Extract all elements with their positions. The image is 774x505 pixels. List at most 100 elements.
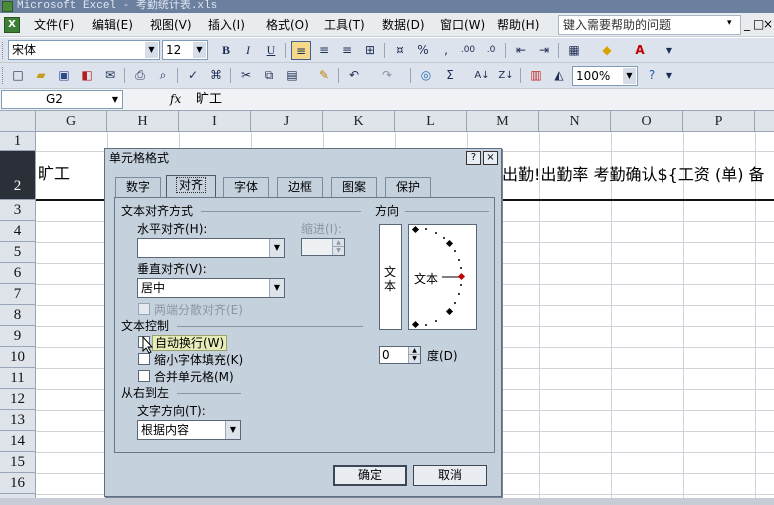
row-header-13[interactable]: 13 xyxy=(0,410,35,431)
column-header-n[interactable]: N xyxy=(539,111,611,132)
tab-protection[interactable]: 保护 xyxy=(385,177,431,197)
print-icon[interactable]: ⎙ xyxy=(130,66,150,85)
column-header-l[interactable]: L xyxy=(395,111,467,132)
insert-function-icon[interactable]: fx xyxy=(170,92,181,106)
menu-edit[interactable]: 编辑(E) xyxy=(92,17,133,33)
name-box[interactable]: G2 ▼ xyxy=(1,90,123,109)
align-left-icon[interactable]: ≡ xyxy=(291,41,311,60)
help-dropdown-arrow[interactable]: ▾ xyxy=(727,18,732,28)
degrees-spinner[interactable]: 0 ▲ ▼ xyxy=(379,346,421,364)
menu-insert[interactable]: 插入(I) xyxy=(208,17,245,33)
align-center-icon[interactable]: ≡ xyxy=(314,41,334,60)
paste-icon[interactable]: ▤ xyxy=(282,66,302,85)
hyperlink-icon[interactable]: ◎ xyxy=(416,66,436,85)
toolbar-options-icon[interactable]: ▼ xyxy=(662,41,676,60)
column-header-i[interactable]: I xyxy=(179,111,251,132)
italic-button[interactable]: I xyxy=(238,41,258,60)
horizontal-align-select[interactable]: ▼ xyxy=(137,238,285,258)
chevron-down-icon[interactable]: ▼ xyxy=(112,91,118,108)
row-header-12[interactable]: 12 xyxy=(0,389,35,410)
sort-descending-icon[interactable]: Z↓ xyxy=(496,66,516,85)
cut-icon[interactable]: ✂ xyxy=(236,66,256,85)
chart-wizard-icon[interactable]: ▥ xyxy=(526,66,546,85)
shrink-to-fit-checkbox[interactable] xyxy=(138,353,150,365)
wrap-text-label[interactable]: 自动换行(W) xyxy=(152,335,228,351)
column-header-k[interactable]: K xyxy=(323,111,395,132)
spin-up-icon[interactable]: ▲ xyxy=(408,347,420,355)
row2-header-cells[interactable]: 出勤!出勤率 考勤确认${工资 (单) 备 xyxy=(502,165,765,185)
font-size-combo[interactable]: 12 ▼ xyxy=(162,40,208,60)
underline-button[interactable]: U xyxy=(261,41,281,60)
email-icon[interactable]: ✉ xyxy=(100,66,120,85)
help-button[interactable]: ? xyxy=(466,151,481,165)
tab-border[interactable]: 边框 xyxy=(277,177,323,197)
format-painter-icon[interactable]: ✎ xyxy=(314,66,334,85)
select-all-corner[interactable] xyxy=(0,111,36,132)
sheet-tabs-bar[interactable] xyxy=(0,498,774,505)
menu-view[interactable]: 视图(V) xyxy=(150,17,192,33)
menu-format[interactable]: 格式(O) xyxy=(266,17,309,33)
borders-icon[interactable]: ▦ xyxy=(564,41,584,60)
open-icon[interactable]: ▰ xyxy=(31,66,51,85)
text-direction-select[interactable]: 根据内容 ▼ xyxy=(137,420,241,440)
drawing-icon[interactable]: ◭ xyxy=(549,66,569,85)
excel-doc-icon[interactable]: X xyxy=(4,17,20,33)
copy-icon[interactable]: ⧉ xyxy=(259,66,279,85)
help-icon[interactable]: ? xyxy=(642,66,662,85)
row-header-9[interactable]: 9 xyxy=(0,326,35,347)
bold-button[interactable]: B xyxy=(216,41,236,60)
decrease-decimal-icon[interactable]: .0 xyxy=(481,41,501,60)
vertical-text-toggle[interactable]: 文本 xyxy=(379,224,402,330)
research-icon[interactable]: ⌘ xyxy=(206,66,226,85)
font-name-combo[interactable]: 宋体 ▼ xyxy=(8,40,160,60)
row-header-3[interactable]: 3 xyxy=(0,200,35,221)
currency-icon[interactable]: ¤ xyxy=(390,41,410,60)
menu-window[interactable]: 窗口(W) xyxy=(440,17,485,33)
chevron-down-icon[interactable]: ▼ xyxy=(269,279,284,297)
save-icon[interactable]: ▣ xyxy=(54,66,74,85)
tab-number[interactable]: 数字 xyxy=(115,177,161,197)
tab-font[interactable]: 字体 xyxy=(223,177,269,197)
toolbar-grip[interactable] xyxy=(2,67,5,84)
column-header-m[interactable]: M xyxy=(467,111,539,132)
row-header-14[interactable]: 14 xyxy=(0,431,35,452)
row-header-2[interactable]: 2 xyxy=(0,151,35,200)
row-header-8[interactable]: 8 xyxy=(0,305,35,326)
percent-button[interactable]: % xyxy=(413,41,433,60)
help-search-input[interactable]: 键入需要帮助的问题 xyxy=(558,15,741,35)
close-workbook-button[interactable]: × xyxy=(763,17,773,31)
menu-help[interactable]: 帮助(H) xyxy=(497,17,539,33)
merge-center-icon[interactable]: ⊞ xyxy=(360,41,380,60)
vertical-align-select[interactable]: 居中 ▼ xyxy=(137,278,285,298)
merge-cells-checkbox[interactable] xyxy=(138,370,150,382)
chevron-down-icon[interactable]: ▼ xyxy=(145,42,158,58)
row-header-15[interactable]: 15 xyxy=(0,452,35,473)
menu-data[interactable]: 数据(D) xyxy=(382,17,425,33)
increase-indent-icon[interactable]: ⇥ xyxy=(534,41,554,60)
toolbar-grip[interactable] xyxy=(2,42,5,59)
chevron-down-icon[interactable]: ▼ xyxy=(269,239,284,257)
spelling-icon[interactable]: ✓ xyxy=(183,66,203,85)
comma-button[interactable]: , xyxy=(436,41,456,60)
menu-file[interactable]: 文件(F) xyxy=(34,17,74,33)
minimize-button[interactable]: _ xyxy=(744,17,750,31)
column-header-p[interactable]: P xyxy=(683,111,755,132)
cell-g2[interactable]: 旷工 xyxy=(38,164,70,184)
row-header-4[interactable]: 4 xyxy=(0,221,35,242)
indent-spinner[interactable]: ▲ ▼ xyxy=(301,238,345,256)
column-header-j[interactable]: J xyxy=(251,111,323,132)
new-icon[interactable]: □ xyxy=(8,66,28,85)
spin-up-icon[interactable]: ▲ xyxy=(332,239,344,247)
chevron-down-icon[interactable]: ▼ xyxy=(225,421,240,439)
dialog-close-button[interactable]: × xyxy=(483,151,498,165)
autosum-button[interactable]: Σ xyxy=(440,66,460,85)
fill-color-icon[interactable]: ◆ xyxy=(597,41,617,60)
toolbar-options-icon[interactable]: ▼ xyxy=(662,66,676,85)
row-header-7[interactable]: 7 xyxy=(0,284,35,305)
permission-icon[interactable]: ◧ xyxy=(77,66,97,85)
decrease-indent-icon[interactable]: ⇤ xyxy=(511,41,531,60)
increase-decimal-icon[interactable]: .00 xyxy=(458,41,478,60)
dialog-title-bar[interactable]: 单元格格式 xyxy=(105,149,501,167)
tab-patterns[interactable]: 图案 xyxy=(331,177,377,197)
justify-distributed-checkbox[interactable] xyxy=(138,303,150,315)
